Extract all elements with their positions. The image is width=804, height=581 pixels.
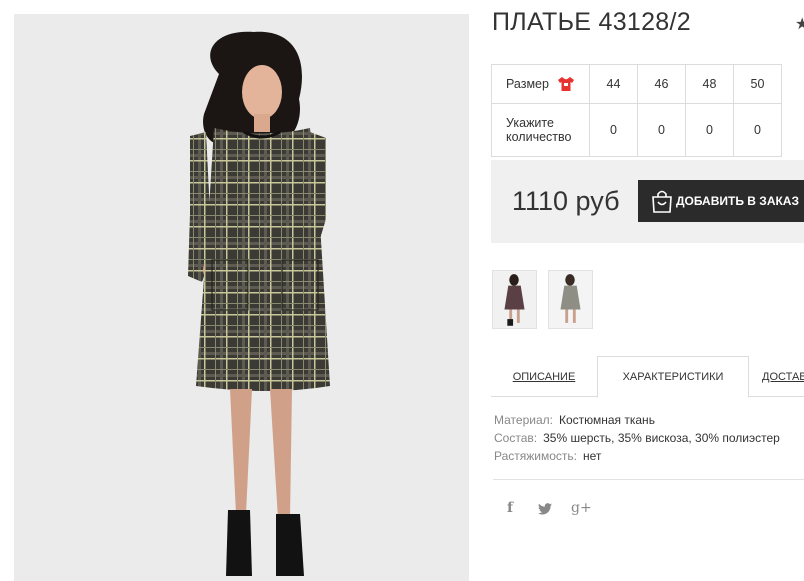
characteristic-row: Материал: Костюмная ткань — [494, 411, 780, 429]
size-label-cell: Размер — [491, 64, 590, 104]
product-main-image[interactable] — [14, 14, 469, 581]
characteristic-value: нет — [583, 449, 602, 463]
characteristics-list: Материал: Костюмная ткань Состав: 35% шерс… — [494, 411, 780, 465]
facebook-icon[interactable]: f — [507, 500, 513, 516]
twitter-icon[interactable] — [538, 503, 552, 515]
price-box: 1110 руб ДОБАВИТЬ В ЗАКАЗ — [491, 160, 804, 243]
size-46: 46 — [637, 64, 686, 104]
add-to-cart-label: ДОБАВИТЬ В ЗАКАЗ — [676, 194, 799, 208]
characteristic-value: 35% шерсть, 35% вискоза, 30% полиэстер — [543, 431, 780, 445]
quantity-input-48[interactable]: 0 — [685, 103, 734, 157]
characteristic-value: Костюмная ткань — [558, 413, 655, 427]
size-50: 50 — [733, 64, 782, 104]
quantity-input-50[interactable]: 0 — [733, 103, 782, 157]
add-to-cart-button[interactable]: ДОБАВИТЬ В ЗАКАЗ — [638, 180, 804, 222]
characteristic-label: Растяжимость: — [494, 449, 578, 463]
size-44: 44 — [589, 64, 638, 104]
size-label: Размер — [506, 76, 549, 91]
tab-delivery[interactable]: ДОСТАВКА — [762, 356, 804, 397]
thumbnail-2[interactable] — [548, 270, 593, 329]
tabs-bar: ОПИСАНИЕ ХАРАКТЕРИСТИКИ ДОСТАВКА — [491, 356, 804, 398]
product-title: ПЛАТЬЕ 43128/2 — [492, 8, 691, 36]
price: 1110 руб — [512, 186, 620, 216]
quantity-input-44[interactable]: 0 — [589, 103, 638, 157]
tshirt-icon[interactable] — [558, 77, 575, 92]
characteristic-label: Материал: — [494, 413, 553, 427]
size-row: Размер 44 46 48 50 — [491, 64, 782, 104]
quantity-label-line1: Укажите — [506, 116, 554, 130]
thumbnail-1[interactable] — [492, 270, 537, 329]
shopping-bag-icon — [652, 190, 672, 213]
thumbnail-dress-light-illustration — [549, 271, 592, 328]
tab-description[interactable]: ОПИСАНИЕ — [491, 356, 597, 397]
divider — [493, 479, 804, 480]
characteristic-label: Состав: — [494, 431, 538, 445]
dress-photo-illustration — [14, 14, 469, 581]
quantity-label-line2: количество — [506, 130, 572, 144]
size-table: Размер 44 46 48 50 Укажите количество 0 … — [491, 64, 782, 157]
characteristic-row: Растяжимость: нет — [494, 447, 780, 465]
googleplus-icon[interactable]: g+ — [571, 500, 592, 516]
tab-characteristics[interactable]: ХАРАКТЕРИСТИКИ — [597, 356, 749, 398]
quantity-label-cell: Укажите количество — [491, 103, 590, 157]
size-48: 48 — [685, 64, 734, 104]
characteristic-row: Состав: 35% шерсть, 35% вискоза, 30% поли… — [494, 429, 780, 447]
quantity-input-46[interactable]: 0 — [637, 103, 686, 157]
star-icon[interactable]: ★ — [795, 14, 804, 34]
quantity-row: Укажите количество 0 0 0 0 — [491, 103, 782, 157]
thumbnail-dress-dark-illustration — [493, 271, 536, 328]
